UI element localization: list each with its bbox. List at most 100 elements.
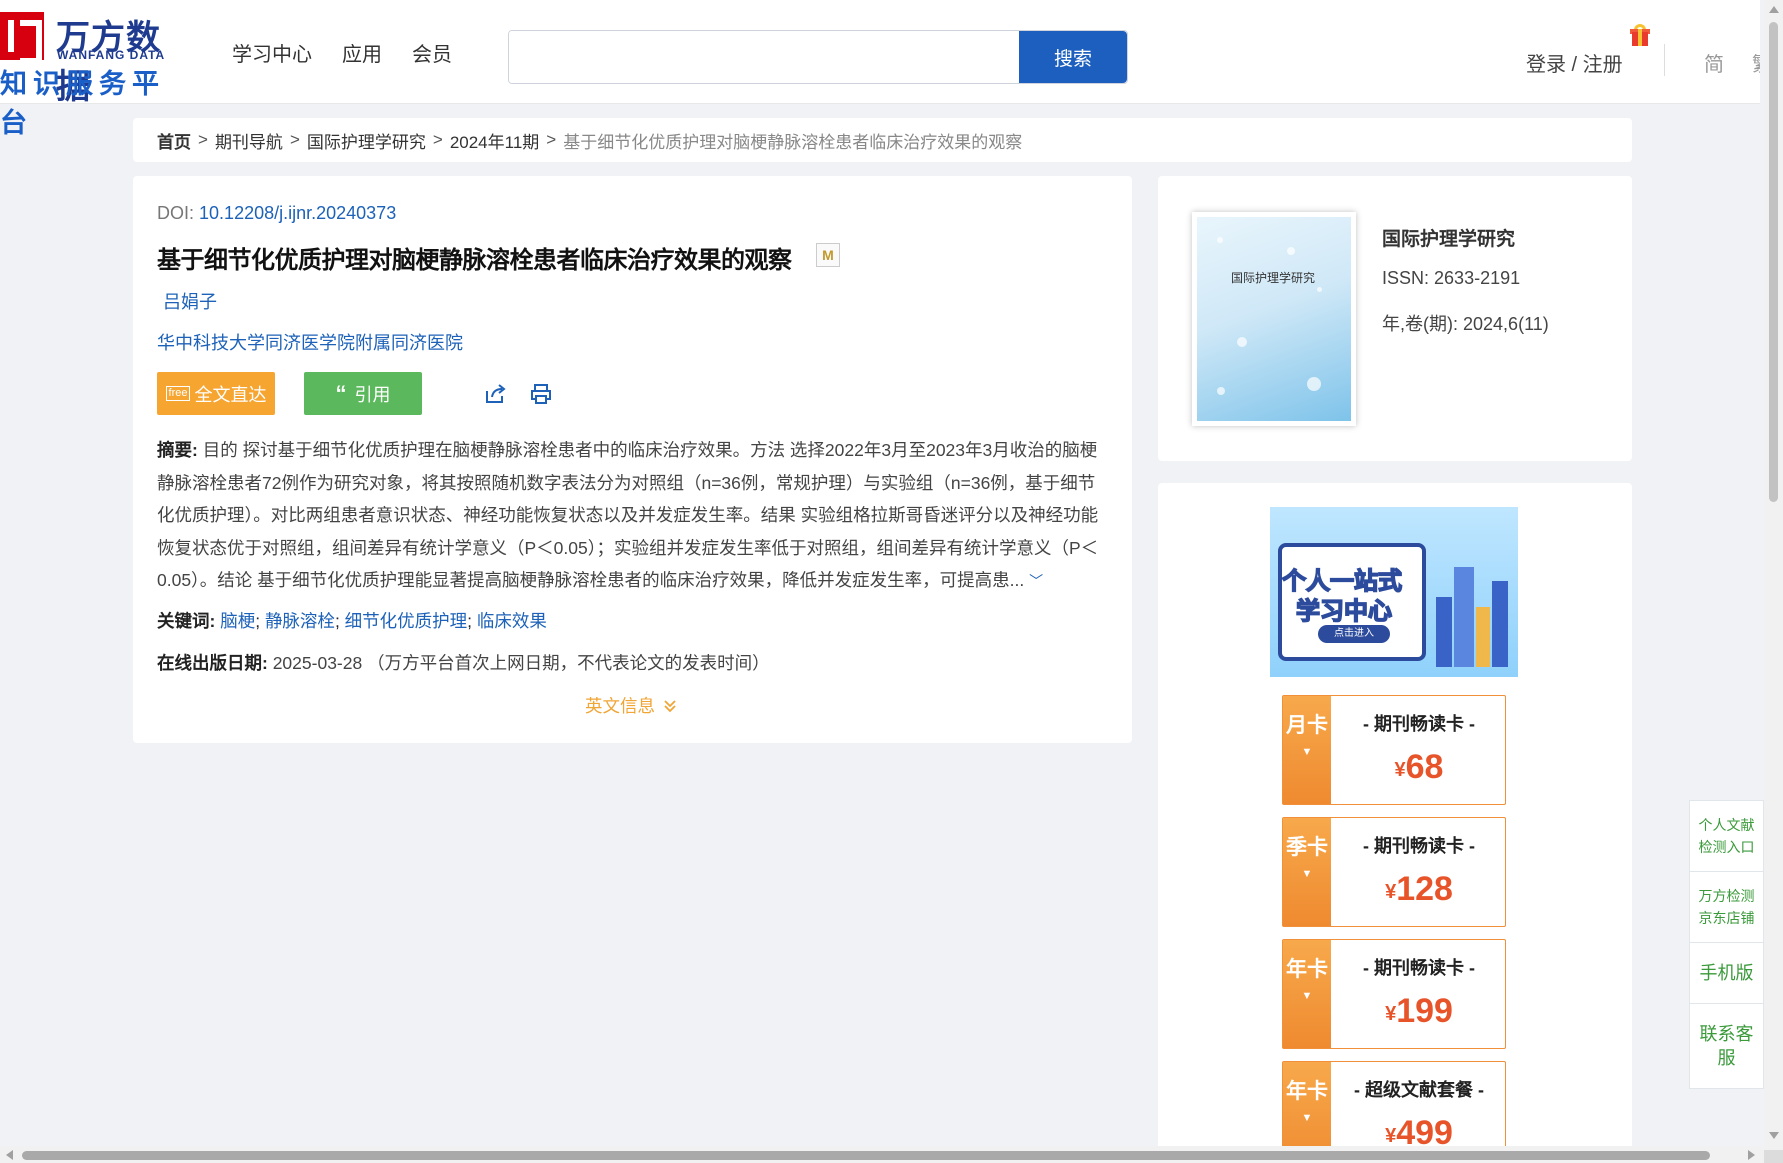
breadcrumb: 首页 > 期刊导航 > 国际护理学研究 > 2024年11期 > 基于细节化优质… [133, 118, 1632, 162]
banner-enter: 点击进入 [1318, 625, 1390, 643]
wanfang-logo[interactable]: 万方数据 WANFANG DATA 知识服务平台 [0, 8, 190, 139]
free-icon: free [165, 386, 191, 401]
breadcrumb-separator: > [432, 130, 443, 149]
mobile-version-link[interactable]: 手机版 [1690, 943, 1763, 1004]
abstract-expand-icon[interactable]: ﹀ [1029, 573, 1043, 589]
card-type: 月卡 ▼ [1283, 696, 1331, 804]
doi-label: DOI: [157, 203, 195, 223]
keywords: 关键词: 脑梗; 静脉溶栓; 细节化优质护理; 临床效果 [157, 611, 547, 631]
vertical-scroll-thumb[interactable] [1769, 22, 1778, 502]
card-price: ¥128 [1385, 870, 1453, 908]
keyword-link[interactable]: 静脉溶栓 [265, 611, 335, 631]
card-name: - 期刊畅读卡 - [1363, 836, 1475, 856]
logo-en: WANFANG DATA [57, 48, 166, 62]
abstract-text: 目的 探讨基于细节化优质护理在脑梗静脉溶栓患者中的临床治疗效果。方法 选择202… [157, 440, 1099, 590]
monthly-card[interactable]: 月卡 ▼ - 期刊畅读卡 - ¥68 [1282, 695, 1506, 805]
keyword-link[interactable]: 细节化优质护理 [345, 611, 468, 631]
lang-simplified[interactable]: 简 [1704, 48, 1724, 77]
journal-cover[interactable]: 国际护理学研究 [1192, 212, 1356, 426]
gift-icon[interactable] [1630, 24, 1650, 46]
login-register-link[interactable]: 登录 / 注册 [1526, 48, 1623, 77]
breadcrumb-separator: > [546, 130, 557, 149]
doi-link[interactable]: 10.12208/j.ijnr.20240373 [199, 203, 396, 223]
city-illustration-icon [1430, 537, 1510, 667]
cover-title: 国际护理学研究 [1231, 271, 1316, 285]
promo-card: 个人一站式 学习中心 点击进入 月卡 ▼ - 期刊畅读卡 - ¥68 季卡 ▼ - … [1158, 483, 1632, 1163]
search-box: 搜索 [508, 30, 1128, 84]
card-type: 年卡 ▼ [1283, 940, 1331, 1048]
english-info-label: 英文信息 [585, 696, 655, 716]
card-price: ¥199 [1385, 992, 1453, 1030]
pubdate-label: 在线出版日期: [157, 653, 268, 673]
vertical-scrollbar[interactable] [1764, 0, 1783, 1150]
header-divider [1664, 44, 1665, 76]
arrow-down-icon: ▼ [1301, 746, 1313, 758]
abstract: 摘要: 目的 探讨基于细节化优质护理在脑梗静脉溶栓患者中的临床治疗效果。方法 选… [157, 434, 1107, 598]
publication-date: 在线出版日期: 2025-03-28 （万方平台首次上网日期，不代表论文的发表时… [157, 650, 770, 675]
breadcrumb-issue[interactable]: 2024年11期 [450, 128, 539, 153]
abstract-label: 摘要: [157, 440, 198, 460]
horizontal-scrollbar[interactable] [0, 1146, 1764, 1163]
journal-issn: ISSN: 2633-2191 [1382, 268, 1520, 289]
share-icon[interactable] [484, 383, 506, 405]
contact-service-link[interactable]: 联系客服 [1690, 1004, 1763, 1088]
print-icon[interactable] [530, 383, 552, 405]
breadcrumb-current: 基于细节化优质护理对脑梗静脉溶栓患者临床治疗效果的观察 [563, 132, 1023, 152]
yearly-card[interactable]: 年卡 ▼ - 期刊畅读卡 - ¥199 [1282, 939, 1506, 1049]
issn-value: 2633-2191 [1434, 268, 1521, 288]
search-input[interactable] [509, 31, 1019, 83]
learning-center-banner[interactable]: 个人一站式 学习中心 点击进入 [1270, 507, 1518, 677]
arrow-down-icon: ▼ [1301, 1112, 1313, 1124]
card-price: ¥68 [1394, 748, 1444, 786]
card-name: - 期刊畅读卡 - [1363, 714, 1475, 734]
search-button[interactable]: 搜索 [1019, 31, 1127, 83]
fulltext-label: 全文直达 [194, 384, 267, 405]
article-title: 基于细节化优质护理对脑梗静脉溶栓患者临床治疗效果的观察 [157, 246, 792, 274]
banner-line2: 学习中心 [1295, 596, 1393, 626]
keyword-link[interactable]: 临床效果 [477, 611, 547, 631]
nav-membership[interactable]: 会员 [412, 38, 452, 67]
personal-check-entry[interactable]: 个人文献检测入口 [1690, 801, 1763, 872]
scroll-left-icon[interactable] [6, 1150, 13, 1160]
breadcrumb-journal[interactable]: 国际护理学研究 [307, 128, 426, 153]
article-card: DOI: 10.12208/j.ijnr.20240373 基于细节化优质护理对… [133, 176, 1132, 743]
arrow-down-icon: ▼ [1301, 868, 1313, 880]
jd-store-link[interactable]: 万方检测京东店铺 [1690, 872, 1763, 943]
mendeley-icon[interactable]: M [816, 243, 840, 267]
card-name: - 超级文献套餐 - [1354, 1080, 1484, 1100]
breadcrumb-journal-nav[interactable]: 期刊导航 [215, 128, 283, 153]
scroll-up-icon[interactable] [1769, 6, 1779, 13]
fulltext-button[interactable]: free 全文直达 [157, 372, 275, 415]
quote-icon: “ [335, 380, 347, 406]
horizontal-scroll-thumb[interactable] [22, 1151, 1710, 1160]
english-info-toggle[interactable]: 英文信息 [585, 693, 677, 718]
breadcrumb-home[interactable]: 首页 [157, 128, 191, 153]
nav-apps[interactable]: 应用 [342, 38, 382, 67]
header: 万方数据 WANFANG DATA 知识服务平台 学习中心 应用 会员 搜索 登… [0, 0, 1760, 139]
pubdate-note: （万方平台首次上网日期，不代表论文的发表时间） [367, 653, 770, 673]
quarterly-card[interactable]: 季卡 ▼ - 期刊畅读卡 - ¥128 [1282, 817, 1506, 927]
issue-label: 年,卷(期): [1382, 314, 1458, 334]
breadcrumb-separator: > [289, 130, 300, 149]
side-tools: 个人文献检测入口 万方检测京东店铺 手机版 联系客服 [1689, 800, 1764, 1089]
author-link[interactable]: 吕娟子 [163, 288, 217, 314]
cite-button[interactable]: “ 引用 [304, 372, 422, 415]
scrollbar-corner [1764, 1150, 1783, 1163]
journal-card: 国际护理学研究 国际护理学研究 ISSN: 2633-2191 年,卷(期): … [1158, 176, 1632, 461]
logo-mark-icon [0, 12, 44, 64]
scroll-down-icon[interactable] [1769, 1132, 1779, 1139]
keywords-label: 关键词: [157, 611, 216, 631]
issue-value: 2024,6(11) [1463, 314, 1549, 334]
nav-learning-center[interactable]: 学习中心 [232, 38, 312, 67]
breadcrumb-separator: > [198, 130, 208, 149]
lang-traditional[interactable]: 繁 [1752, 48, 1760, 77]
doi: DOI: 10.12208/j.ijnr.20240373 [157, 203, 396, 224]
keyword-link[interactable]: 脑梗 [220, 611, 255, 631]
journal-name[interactable]: 国际护理学研究 [1382, 224, 1515, 251]
scroll-right-icon[interactable] [1748, 1150, 1755, 1160]
issn-label: ISSN: [1382, 268, 1430, 288]
affiliation-link[interactable]: 华中科技大学同济医学院附属同济医院 [157, 329, 463, 355]
top-nav: 学习中心 应用 会员 [232, 38, 452, 67]
cite-label: 引用 [354, 384, 391, 405]
card-name: - 期刊畅读卡 - [1363, 958, 1475, 978]
